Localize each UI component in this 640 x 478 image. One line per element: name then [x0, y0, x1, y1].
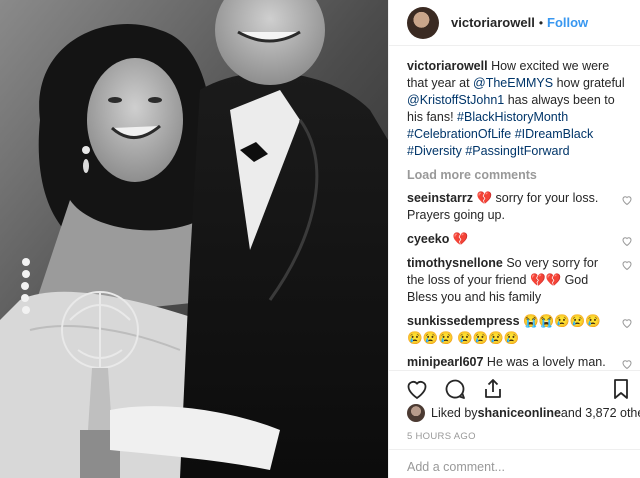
likes-count-text[interactable]: and 3,872 others: [561, 406, 640, 420]
like-comment-heart-icon[interactable]: [621, 259, 633, 271]
like-comment-heart-icon[interactable]: [621, 235, 633, 247]
comment-item: sunkissedempress 😭😭😢😢😢😢😢😢 😢😢😢😢: [407, 313, 632, 347]
follow-button[interactable]: Follow: [547, 15, 588, 30]
separator-dot: •: [538, 15, 544, 30]
save-bookmark-icon[interactable]: [609, 377, 633, 401]
hashtag-passingitforward[interactable]: #PassingItForward: [465, 144, 569, 158]
share-icon[interactable]: [481, 377, 505, 401]
caption-username[interactable]: victoriarowell: [407, 59, 488, 73]
liker-avatar[interactable]: [407, 404, 425, 422]
comment-username[interactable]: seeinstarrz: [407, 191, 473, 205]
hashtag-blackhistorymonth[interactable]: #BlackHistoryMonth: [457, 110, 568, 124]
comment-username[interactable]: cyeeko: [407, 232, 449, 246]
post-header: victoriarowell • Follow: [389, 0, 640, 46]
post-photo[interactable]: [0, 0, 388, 478]
comment-bubble-icon[interactable]: [443, 377, 467, 401]
like-heart-icon[interactable]: [405, 377, 429, 401]
liker-username[interactable]: shaniceonline: [478, 406, 561, 420]
comment-text: 💔: [449, 232, 469, 246]
comment-item: cyeeko 💔: [407, 231, 632, 248]
mention-kristoff[interactable]: @KristoffStJohn1: [407, 93, 504, 107]
comment-username[interactable]: sunkissedempress: [407, 314, 520, 328]
comment-username[interactable]: timothysnellone: [407, 256, 503, 270]
likes-prefix: Liked by: [431, 406, 478, 420]
hashtag-celebrationoflife[interactable]: #CelebrationOfLife: [407, 127, 511, 141]
post-timestamp[interactable]: 5 HOURS AGO: [407, 431, 476, 442]
post-side-panel: victoriarowell • Follow victoriarowell H…: [388, 0, 640, 478]
like-comment-heart-icon[interactable]: [621, 358, 633, 370]
photo-illustration: [0, 0, 388, 478]
hashtag-idreamblack[interactable]: #IDreamBlack: [515, 127, 594, 141]
header-username[interactable]: victoriarowell: [451, 15, 535, 30]
mention-theemmys[interactable]: @TheEMMYS: [473, 76, 553, 90]
hashtag-diversity[interactable]: #Diversity: [407, 144, 462, 158]
post-actions-bar: [389, 370, 640, 406]
likes-summary: Liked by shaniceonline and 3,872 others: [407, 404, 640, 422]
comment-username[interactable]: minipearl607: [407, 355, 483, 369]
like-comment-heart-icon[interactable]: [621, 194, 633, 206]
comment-item: minipearl607 He was a lovely man. I met …: [407, 354, 632, 370]
comments-section[interactable]: victoriarowell How excited we were that …: [389, 58, 640, 370]
comment-item: seeinstarrz 💔 sorry for your loss. Praye…: [407, 190, 632, 224]
post-caption: victoriarowell How excited we were that …: [407, 58, 629, 160]
load-more-comments-button[interactable]: Load more comments: [407, 168, 629, 182]
avatar[interactable]: [407, 6, 439, 39]
comment-item: timothysnellone So very sorry for the lo…: [407, 255, 632, 306]
add-comment-input[interactable]: Add a comment...: [389, 449, 640, 478]
like-comment-heart-icon[interactable]: [621, 317, 633, 329]
caption-text-2: how grateful: [553, 76, 625, 90]
